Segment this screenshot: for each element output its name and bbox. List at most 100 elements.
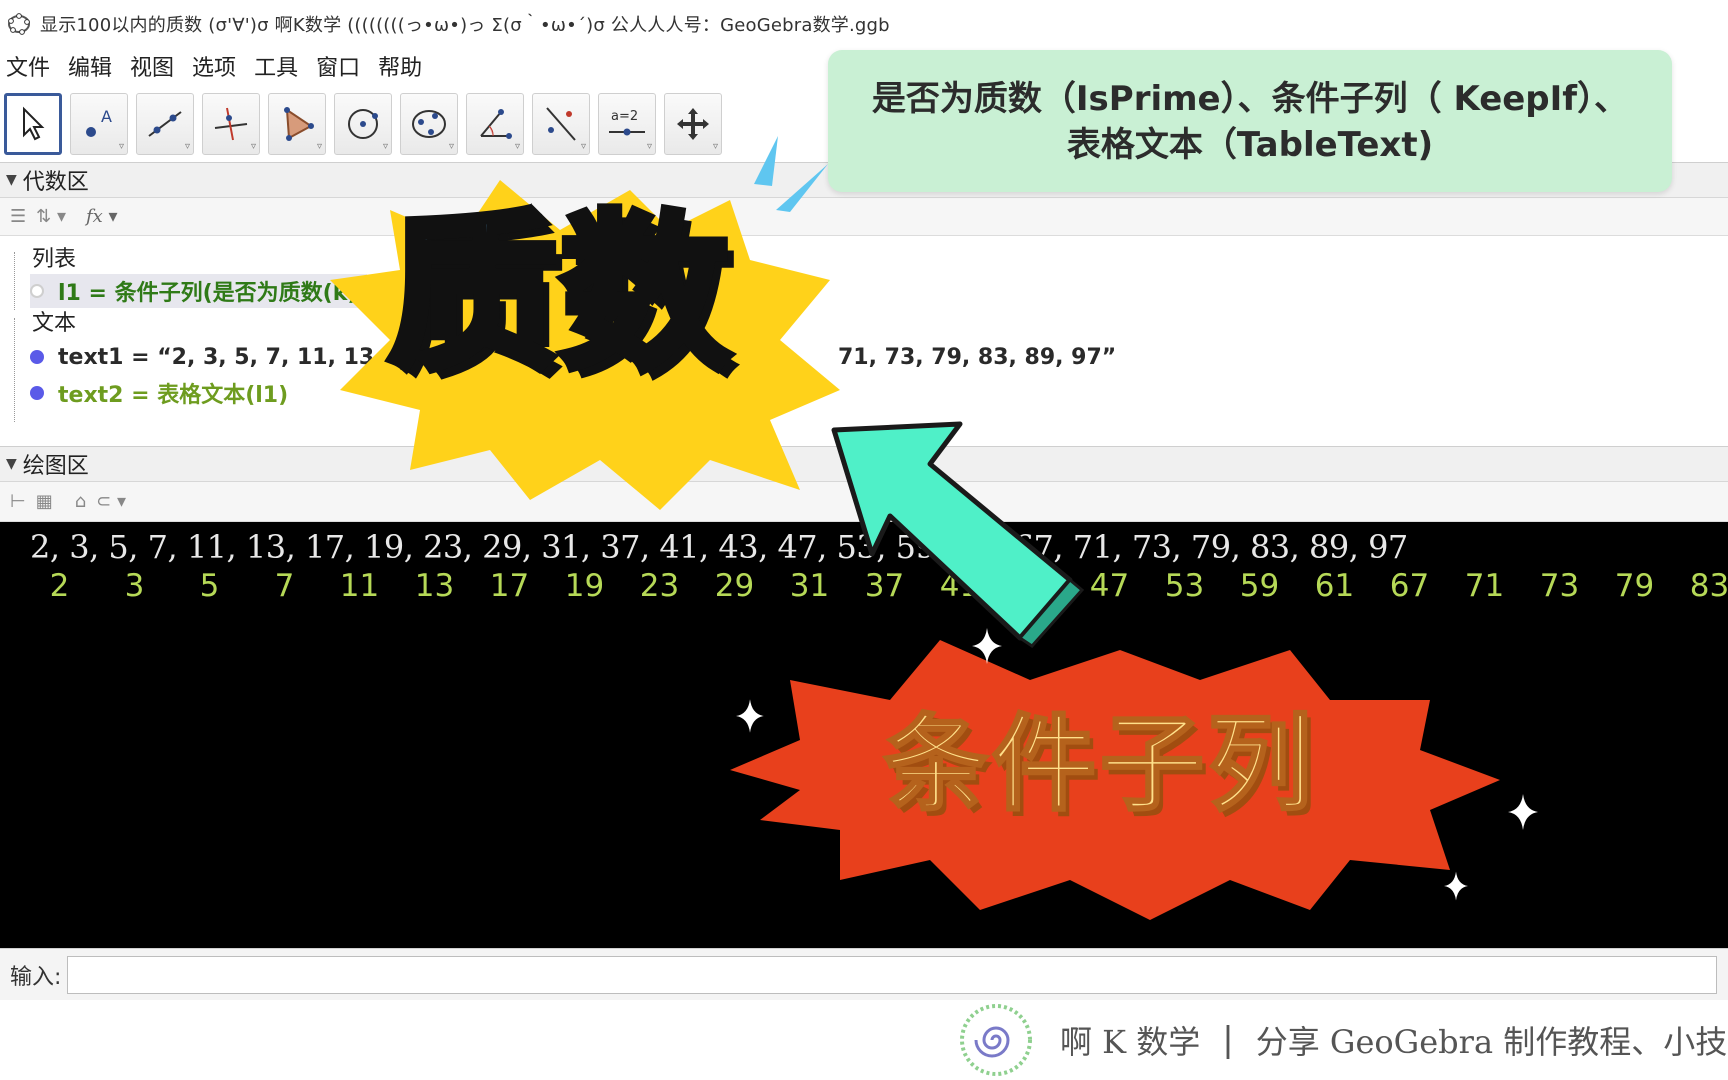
reflect-line-icon <box>546 107 576 141</box>
grid-toggle-icon[interactable]: ▦ <box>36 491 53 512</box>
ellipse-icon <box>412 110 446 138</box>
menu-options[interactable]: 选项 <box>188 50 240 82</box>
slider-icon: a=2 <box>609 109 645 136</box>
angle-icon <box>480 109 512 139</box>
reflect-tool-button[interactable]: ▿ <box>532 93 590 155</box>
collapse-triangle-icon[interactable]: ▼ <box>6 456 17 472</box>
point-capture-icon[interactable]: ⊂ ▾ <box>96 491 126 512</box>
algebra-view-style-bar: ☰ ⇅ ▾ fx ▾ <box>0 198 1728 236</box>
table-cell: 2 <box>49 568 70 604</box>
geogebra-app-icon <box>6 11 32 37</box>
menu-lines-icon[interactable]: ☰ <box>10 206 26 227</box>
polygon-icon <box>284 107 314 141</box>
window-title: 显示100以内的质数 (σ'∀')σ 啊K数学 ((((((((っ•ω•)っ Σ… <box>40 15 890 36</box>
menu-window[interactable]: 窗口 <box>312 50 364 82</box>
table-cell: 67 <box>1389 568 1430 604</box>
brand-name: 啊 K 数学 <box>1060 1023 1201 1061</box>
point-tool-button[interactable]: A ▿ <box>70 93 128 155</box>
slider-tool-label: a=2 <box>611 109 638 124</box>
pointer-arrow-icon <box>831 421 1085 648</box>
algebra-item-text: l1 = 条件子列(是否为质数(k) <box>58 281 358 306</box>
menu-help[interactable]: 帮助 <box>374 50 426 82</box>
title-bar: 显示100以内的质数 (σ'∀')σ 啊K数学 ((((((((っ•ω•)っ Σ… <box>0 0 1728 48</box>
point-icon: A <box>86 107 112 137</box>
visibility-toggle[interactable] <box>30 284 44 298</box>
table-cell: 79 <box>1614 568 1655 604</box>
table-cell: 83 <box>1689 568 1728 604</box>
footer-tagline: 分享 GeoGebra 制作教程、小技 <box>1255 1023 1728 1061</box>
sparkle-icon <box>1444 871 1468 901</box>
group-text-header[interactable]: 文本 <box>32 304 76 338</box>
svg-text:A: A <box>101 107 112 126</box>
footer-separator: | <box>1222 1020 1234 1060</box>
table-cell: 7 <box>274 568 295 604</box>
table-cell: 19 <box>564 568 605 604</box>
table-cell: 3 <box>124 568 145 604</box>
cursor-arrow-icon <box>23 106 45 141</box>
algebra-view-title: 代数区 <box>22 170 89 195</box>
callout-line-1: 是否为质数（IsPrime）、条件子列（ KeepIf）、 <box>871 79 1629 119</box>
move-graphics-tool-button[interactable]: ▿ <box>664 93 722 155</box>
graphics-view-title: 绘图区 <box>22 454 89 479</box>
function-callout: 是否为质数（IsPrime）、条件子列（ KeepIf）、 表格文本（Table… <box>828 50 1672 192</box>
algebra-item-text: 71, 73, 79, 83, 89, 97” <box>838 344 1117 370</box>
input-label: 输入: <box>10 964 62 990</box>
sparkle-icon <box>1508 794 1538 830</box>
tree-connector <box>14 252 15 310</box>
watermark-footer: 啊 K 数学 | 分享 GeoGebra 制作教程、小技 <box>0 1000 1728 1080</box>
move-tool-button[interactable] <box>4 93 62 155</box>
circle-tool-button[interactable]: ▿ <box>334 93 392 155</box>
table-cell: 29 <box>714 568 755 604</box>
input-bar: 输入: <box>0 948 1728 1000</box>
callout-line-2: 表格文本（TableText) <box>1066 125 1434 165</box>
menu-tools[interactable]: 工具 <box>250 50 302 82</box>
visibility-toggle[interactable] <box>30 350 44 364</box>
table-cell: 71 <box>1464 568 1505 604</box>
table-cell: 73 <box>1539 568 1580 604</box>
home-icon[interactable]: ⌂ <box>75 491 86 512</box>
polygon-tool-button[interactable]: ▿ <box>268 93 326 155</box>
axes-toggle-icon[interactable]: ⊢ <box>10 491 26 512</box>
slider-tool-button[interactable]: a=2 ▿ <box>598 93 656 155</box>
line-icon <box>148 111 182 137</box>
perpendicular-icon <box>214 107 248 141</box>
move-arrows-icon <box>677 108 709 140</box>
table-cell: 53 <box>1164 568 1205 604</box>
algebra-view: 列表 l1 = 条件子列(是否为质数(k) 文本 text1 = “2, 3, … <box>0 238 1728 444</box>
big-title-text: 质数 <box>384 196 734 394</box>
table-cell: 23 <box>639 568 680 604</box>
line-tool-button[interactable]: ▿ <box>136 93 194 155</box>
fx-label: fx <box>85 206 103 227</box>
text1-output: 2, 3, 5, 7, 11, 13, 17, 19, 23, 29, 31, … <box>30 528 1408 566</box>
sub-title-text: 条件子列 <box>882 703 1317 825</box>
sparkle-icon <box>972 628 1002 664</box>
tree-connector <box>14 318 15 422</box>
group-label: 列表 <box>32 247 77 272</box>
group-label: 文本 <box>32 311 77 336</box>
algebra-item-text: text2 = 表格文本(l1) <box>58 383 289 408</box>
table-cell: 17 <box>489 568 530 604</box>
perpendicular-tool-button[interactable]: ▿ <box>202 93 260 155</box>
menu-view[interactable]: 视图 <box>126 50 178 82</box>
menu-file[interactable]: 文件 <box>2 50 54 82</box>
fx-icon[interactable]: fx ▾ <box>76 206 118 227</box>
table-cell: 61 <box>1314 568 1355 604</box>
collapse-triangle-icon[interactable]: ▼ <box>6 172 17 188</box>
table-cell: 5 <box>199 568 220 604</box>
group-list-header[interactable]: 列表 <box>32 240 76 274</box>
table-cell: 11 <box>339 568 380 604</box>
algebra-item-l1[interactable]: l1 = 条件子列(是否为质数(k) <box>30 274 368 308</box>
input-field[interactable] <box>67 955 1718 994</box>
angle-tool-button[interactable]: ▿ <box>466 93 524 155</box>
table-cell: 13 <box>414 568 455 604</box>
sort-icon[interactable]: ⇅ ▾ <box>36 206 66 227</box>
spiral-logo-icon <box>960 1004 1032 1076</box>
sparkle-icon <box>736 699 764 733</box>
menu-edit[interactable]: 编辑 <box>64 50 116 82</box>
table-cell: 59 <box>1239 568 1280 604</box>
conic-tool-button[interactable]: ▿ <box>400 93 458 155</box>
visibility-toggle[interactable] <box>30 386 44 400</box>
algebra-item-text2[interactable]: text2 = 表格文本(l1) <box>30 376 288 410</box>
algebra-item-text1-tail: 71, 73, 79, 83, 89, 97” <box>838 340 1116 374</box>
circle-icon <box>348 109 378 139</box>
